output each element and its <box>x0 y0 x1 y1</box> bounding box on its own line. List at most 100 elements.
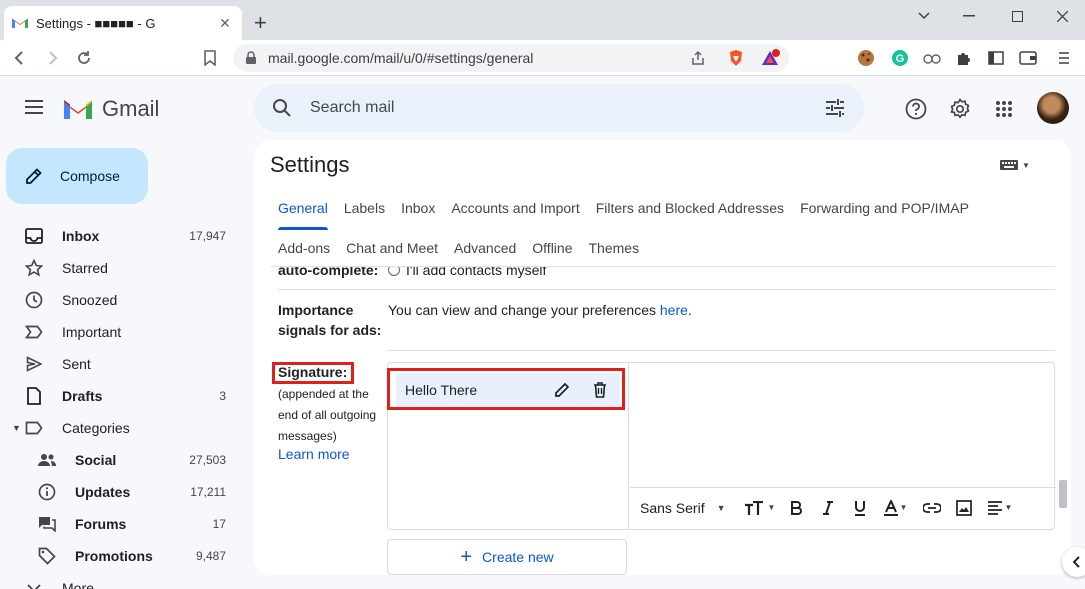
url-text: mail.google.com/mail/u/0/#settings/gener… <box>268 50 534 66</box>
radio-button[interactable] <box>388 266 400 276</box>
sidebar-item-important[interactable]: Important <box>0 316 240 348</box>
gmail-logo[interactable]: Gmail <box>62 96 159 122</box>
new-tab-button[interactable]: + <box>254 12 267 34</box>
forward-icon[interactable] <box>42 48 62 68</box>
maximize-icon[interactable] <box>994 6 1040 26</box>
info-icon <box>37 482 57 502</box>
sidebar-item-promotions[interactable]: Promotions 9,487 <box>0 540 240 572</box>
tab-add-ons[interactable]: Add-ons <box>270 228 338 268</box>
align-left-icon <box>987 500 1002 515</box>
signature-format-toolbar: Sans Serif ▼ ▼ ▼ ▼ <box>630 487 1056 527</box>
font-family-select[interactable]: Sans Serif ▼ <box>640 500 726 516</box>
brave-shield-icon[interactable] <box>726 48 746 68</box>
scrollbar-thumb[interactable] <box>1059 480 1067 508</box>
signature-description: (appended at the end of all outgoing mes… <box>278 387 377 443</box>
learn-more-link[interactable]: Learn more <box>278 446 350 462</box>
lock-icon <box>245 51 259 65</box>
sidebar-item-more[interactable]: More <box>0 572 240 589</box>
clock-icon <box>24 290 44 310</box>
bold-button[interactable] <box>780 494 812 522</box>
underline-button[interactable] <box>844 494 876 522</box>
sidebar-item-drafts[interactable]: Drafts 3 <box>0 380 240 412</box>
share-icon[interactable] <box>688 48 708 68</box>
tab-advanced[interactable]: Advanced <box>446 228 524 268</box>
settings-gear-icon[interactable] <box>948 97 972 121</box>
help-icon[interactable] <box>904 97 928 121</box>
tab-filters[interactable]: Filters and Blocked Addresses <box>588 188 792 228</box>
caret-down-icon[interactable]: ▼ <box>12 423 21 433</box>
sidebar-item-label: Snoozed <box>62 292 118 308</box>
people-icon <box>37 450 57 470</box>
extension-cloud-icon[interactable] <box>922 48 942 68</box>
sidebar-item-social[interactable]: Social 27,503 <box>0 444 240 476</box>
sidebar-item-sent[interactable]: Sent <box>0 348 240 380</box>
sidebar-item-label: Inbox <box>62 228 100 244</box>
compose-label: Compose <box>60 168 120 184</box>
reload-icon[interactable] <box>74 48 94 68</box>
autocomplete-option[interactable]: I'll add contacts myself <box>388 266 546 278</box>
search-icon[interactable] <box>272 98 292 118</box>
close-window-icon[interactable] <box>1039 6 1085 26</box>
sidebar-item-forums[interactable]: Forums 17 <box>0 508 240 540</box>
browser-tab[interactable]: Settings - ■■■■■ - G ✕ <box>4 6 242 40</box>
create-new-signature-button[interactable]: + Create new <box>387 539 627 575</box>
insert-link-button[interactable] <box>916 494 948 522</box>
insert-image-button[interactable] <box>948 494 980 522</box>
caret-down-icon: ▼ <box>716 502 726 513</box>
extensions-puzzle-icon[interactable] <box>954 48 974 68</box>
unread-count: 17,947 <box>189 229 226 243</box>
divider <box>278 289 1055 290</box>
apps-grid-icon[interactable] <box>992 97 1016 121</box>
browser-menu-icon[interactable] <box>1054 48 1074 68</box>
bookmark-icon[interactable] <box>200 48 220 68</box>
sidebar-item-inbox[interactable]: Inbox 17,947 <box>0 220 240 252</box>
tab-themes[interactable]: Themes <box>581 228 648 268</box>
sidebar-item-label: Sent <box>62 356 91 372</box>
sidebar-item-starred[interactable]: Starred <box>0 252 240 284</box>
image-icon <box>955 499 972 516</box>
side-panel-toggle-button[interactable] <box>1062 547 1085 577</box>
sidebar-item-label: Updates <box>75 484 131 500</box>
tab-chat-and-meet[interactable]: Chat and Meet <box>338 228 446 268</box>
tab-labels[interactable]: Labels <box>336 188 393 228</box>
minimize-icon[interactable] <box>946 6 992 26</box>
tab-offline[interactable]: Offline <box>524 228 580 268</box>
font-size-button[interactable]: ▼ <box>740 494 780 522</box>
search-input[interactable] <box>310 96 790 120</box>
italic-button[interactable] <box>812 494 844 522</box>
input-tools-button[interactable]: ▼ <box>1000 158 1030 172</box>
settings-panel: Settings ▼ General Labels Inbox Accounts… <box>254 140 1071 575</box>
sidebar-item-snoozed[interactable]: Snoozed <box>0 284 240 316</box>
tab-close-icon[interactable]: ✕ <box>216 15 234 32</box>
text-color-button[interactable]: ▼ <box>876 494 916 522</box>
tab-accounts-and-import[interactable]: Accounts and Import <box>443 188 587 228</box>
back-icon[interactable] <box>10 48 30 68</box>
brave-rewards-icon[interactable] <box>760 48 780 68</box>
window-menu-icon[interactable] <box>901 6 947 26</box>
font-family-value: Sans Serif <box>640 499 705 516</box>
sidebar-toggle-icon[interactable] <box>986 48 1006 68</box>
sidebar-item-updates[interactable]: Updates 17,211 <box>0 476 240 508</box>
cookie-extension-icon[interactable] <box>856 48 876 68</box>
signature-item-highlight <box>387 368 625 410</box>
wallet-icon[interactable] <box>1018 48 1038 68</box>
importance-here-link[interactable]: here <box>660 302 688 318</box>
search-options-icon[interactable] <box>824 98 846 118</box>
tab-forwarding[interactable]: Forwarding and POP/IMAP <box>792 188 977 228</box>
tab-inbox[interactable]: Inbox <box>393 188 443 228</box>
signature-label-highlight <box>272 362 354 384</box>
inbox-icon <box>24 226 44 246</box>
compose-button[interactable]: Compose <box>6 148 148 204</box>
importance-text: You can view and change your preferences <box>388 302 660 318</box>
grammarly-icon[interactable]: G <box>890 48 910 68</box>
create-new-label: Create new <box>482 549 554 565</box>
account-avatar[interactable] <box>1037 92 1069 124</box>
underline-icon <box>854 500 865 516</box>
align-button[interactable]: ▼ <box>980 494 1020 522</box>
sidebar-item-categories[interactable]: ▼ Categories <box>0 412 240 444</box>
tab-general[interactable]: General <box>270 188 336 230</box>
importance-period: . <box>687 302 692 318</box>
gmail-favicon-icon <box>12 17 28 29</box>
forum-icon <box>37 514 57 534</box>
main-menu-icon[interactable] <box>24 97 44 117</box>
